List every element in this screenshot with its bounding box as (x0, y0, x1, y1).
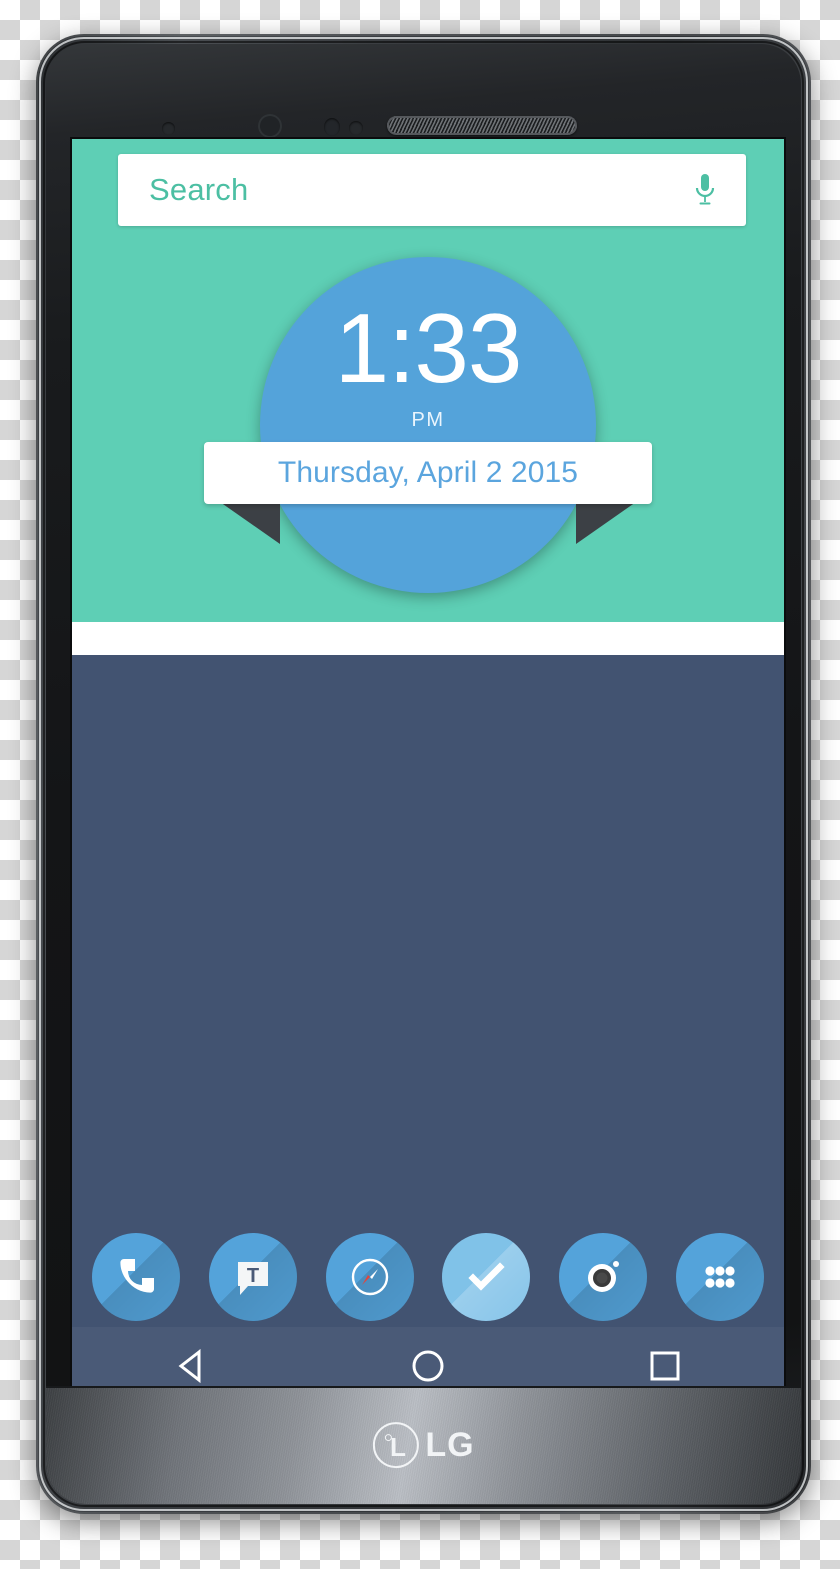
proximity-sensor-icon (162, 122, 175, 135)
back-triangle-icon (178, 1348, 201, 1384)
phone-device: Search 1:33 PM Thursday, April 2 2015 T … (36, 34, 811, 1514)
phone-front-face: Search 1:33 PM Thursday, April 2 2015 T … (46, 44, 801, 1504)
search-input[interactable]: Search (149, 172, 248, 208)
lg-logo: L LG (372, 1422, 475, 1469)
phone-screen[interactable]: Search 1:33 PM Thursday, April 2 2015 T (72, 139, 784, 1405)
ribbon-fold-left (220, 502, 280, 544)
ribbon-fold-right (576, 502, 636, 544)
app-grid-icon (705, 1266, 735, 1288)
clock-time: 1:33 (334, 293, 523, 403)
dock-item-tasks[interactable] (442, 1233, 531, 1321)
camera-lens-icon (588, 1261, 620, 1292)
dock-item-phone[interactable] (92, 1233, 180, 1321)
recents-square-icon (650, 1351, 680, 1381)
clock-period: PM (411, 409, 445, 431)
clock-widget[interactable]: 1:33 PM Thursday, April 2 2015 (204, 257, 652, 593)
dock-item-messages[interactable]: T (208, 1233, 297, 1321)
compass-icon (351, 1258, 388, 1296)
home-circle-icon (412, 1350, 444, 1382)
date-ribbon[interactable]: Thursday, April 2 2015 (204, 442, 652, 504)
ir-sensor-icon (349, 121, 363, 135)
dock-item-app-drawer[interactable] (675, 1233, 764, 1321)
home-wallpaper[interactable]: T (72, 655, 784, 1405)
home-widget-page: Search 1:33 PM Thursday, April 2 2015 (72, 139, 784, 622)
dock-item-browser[interactable] (325, 1233, 414, 1321)
dock-item-camera[interactable] (559, 1233, 648, 1321)
microphone-icon[interactable] (694, 173, 716, 207)
search-bar[interactable]: Search (118, 154, 746, 226)
lg-wordmark: LG (425, 1426, 475, 1465)
phone-bottom-bezel: L LG (46, 1386, 801, 1504)
earpiece-speaker (387, 116, 577, 135)
page-divider (72, 622, 784, 655)
dock: T (72, 1233, 784, 1321)
lg-ring-icon: L (372, 1422, 419, 1469)
message-bubble-icon: T (237, 1262, 268, 1295)
phone-handset-icon (120, 1259, 154, 1293)
checkmark-icon (468, 1262, 505, 1291)
lg-eye-dot (384, 1434, 392, 1442)
lg-ring-letter: L (389, 1432, 406, 1463)
canvas: p re Search (0, 0, 840, 1569)
light-sensor-icon (324, 118, 340, 136)
clock-date: Thursday, April 2 2015 (277, 456, 579, 489)
front-camera-icon (258, 114, 282, 138)
svg-text:T: T (247, 1265, 259, 1287)
